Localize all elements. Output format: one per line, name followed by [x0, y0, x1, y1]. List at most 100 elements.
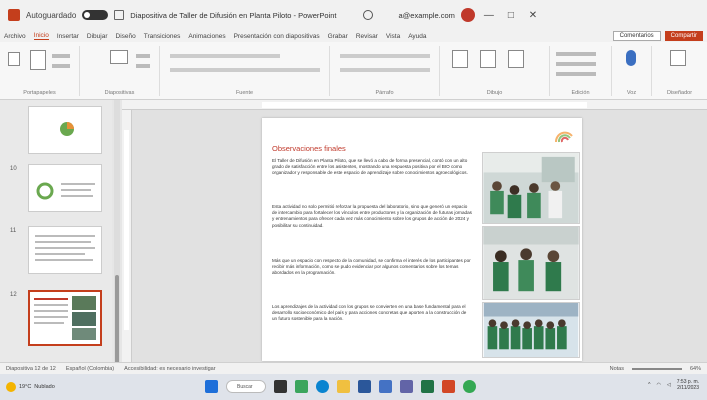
- tab-inicio[interactable]: Inicio: [33, 32, 49, 40]
- replace-button[interactable]: [556, 62, 596, 66]
- horizontal-ruler: [122, 100, 707, 110]
- slide-counter: Diapositiva 12 de 12: [6, 365, 56, 372]
- weather-temp: 19°C: [19, 384, 32, 390]
- quick-styles-icon[interactable]: [508, 50, 524, 68]
- search-icon[interactable]: [362, 10, 373, 20]
- slide-thumbnail-selected[interactable]: [28, 290, 102, 346]
- font-selector[interactable]: [170, 54, 280, 58]
- tab-insertar[interactable]: Insertar: [57, 33, 79, 40]
- volume-icon[interactable]: ◁: [667, 382, 671, 388]
- slide-thumbnail[interactable]: [28, 164, 102, 212]
- account-email[interactable]: a@example.com: [399, 11, 455, 20]
- arrange-icon[interactable]: [480, 50, 496, 68]
- slide-thumbnail[interactable]: [28, 106, 102, 154]
- document-title: Diapositiva de Taller de Difusión en Pla…: [130, 10, 337, 20]
- tab-archivo[interactable]: Archivo: [4, 33, 26, 40]
- group-label: Diapositivas: [104, 90, 135, 96]
- swirl-logo-icon: [554, 131, 573, 143]
- workshop-photo[interactable]: [482, 226, 580, 300]
- task-view-icon[interactable]: [274, 380, 287, 393]
- language-indicator[interactable]: Español (Colombia): [66, 366, 114, 372]
- accessibility-indicator[interactable]: Accesibilidad: es necesario investigar: [124, 366, 215, 372]
- new-slide-icon[interactable]: [110, 50, 128, 64]
- tab-presentacion[interactable]: Presentación con diapositivas: [234, 33, 320, 40]
- ribbon: Portapapeles Diapositivas Fuente Párrafo…: [0, 42, 707, 100]
- tab-vista[interactable]: Vista: [386, 33, 400, 40]
- thumbnail-chart-icon: [36, 182, 95, 200]
- slide-paragraph: Más que un espacio con respecto de la co…: [272, 258, 471, 276]
- autosave-label: Autoguardado: [26, 10, 77, 20]
- group-photo[interactable]: [482, 302, 580, 358]
- slide-paragraph: El Taller de Difusión en Planta Piloto, …: [272, 158, 468, 176]
- status-bar: Diapositiva 12 de 12 Español (Colombia) …: [0, 362, 707, 374]
- group-voz: Voz: [612, 46, 652, 96]
- thumbnail-slide-icon: [34, 296, 96, 340]
- tab-dibujar[interactable]: Dibujar: [87, 33, 108, 40]
- tab-transiciones[interactable]: Transiciones: [144, 33, 181, 40]
- chat-icon[interactable]: [295, 380, 308, 393]
- select-button[interactable]: [556, 72, 596, 76]
- designer-icon[interactable]: [670, 50, 686, 66]
- copy-icon[interactable]: [52, 64, 70, 68]
- weather-widget[interactable]: 19°C Nublado: [6, 382, 55, 392]
- group-label: Fuente: [235, 90, 254, 96]
- align-buttons[interactable]: [340, 68, 430, 72]
- slide-thumbnail[interactable]: [28, 226, 102, 274]
- zoom-slider[interactable]: [631, 367, 682, 370]
- clock-date[interactable]: 2/11/2023: [677, 385, 699, 391]
- autosave-toggle[interactable]: [82, 10, 109, 20]
- word-icon[interactable]: [358, 380, 371, 393]
- group-label: Párrafo: [375, 90, 394, 96]
- group-label: Portapapeles: [23, 90, 56, 96]
- group-fuente: Fuente: [160, 46, 330, 96]
- paste-icon[interactable]: [30, 50, 46, 70]
- find-button[interactable]: [556, 52, 596, 56]
- slide-number: 11: [10, 228, 17, 234]
- zoom-level[interactable]: 64%: [690, 366, 701, 372]
- taskbar: 19°C Nublado Buscar ^ ◠ ◁ 7:53 p. m. 2/1…: [0, 374, 707, 400]
- list-buttons[interactable]: [340, 54, 430, 58]
- notes-button[interactable]: Notas: [610, 366, 624, 372]
- font-format-buttons[interactable]: [170, 68, 320, 72]
- edge-icon[interactable]: [316, 380, 329, 393]
- tab-grabar[interactable]: Grabar: [328, 33, 348, 40]
- teams-icon[interactable]: [400, 380, 413, 393]
- chrome-icon[interactable]: [463, 380, 476, 393]
- shapes-icon[interactable]: [452, 50, 468, 68]
- workshop-photo[interactable]: [482, 152, 580, 224]
- undo-icon[interactable]: [8, 52, 20, 66]
- taskbar-search[interactable]: Buscar: [226, 380, 266, 393]
- microphone-icon[interactable]: [626, 50, 636, 66]
- thumbnail-scrollbar[interactable]: [114, 100, 120, 365]
- file-explorer-icon[interactable]: [337, 380, 350, 393]
- tab-diseno[interactable]: Diseño: [116, 33, 136, 40]
- slide-thumbnail-pane: 10 11 12: [0, 100, 112, 362]
- avatar[interactable]: [460, 8, 475, 22]
- powerpoint-logo-icon: [8, 9, 20, 21]
- tab-revisar[interactable]: Revisar: [356, 33, 378, 40]
- close-button[interactable]: ✕: [525, 10, 541, 21]
- wifi-icon[interactable]: ◠: [657, 382, 661, 388]
- cut-icon[interactable]: [52, 54, 70, 58]
- title-bar: Autoguardado Diapositiva de Taller de Di…: [0, 0, 707, 30]
- layout-icon[interactable]: [136, 54, 150, 58]
- slide[interactable]: Observaciones finales El Taller de Difus…: [262, 118, 582, 361]
- weather-desc: Nublado: [34, 384, 55, 390]
- minimize-button[interactable]: —: [481, 10, 497, 21]
- reset-icon[interactable]: [136, 64, 150, 68]
- comments-button[interactable]: Comentarios: [612, 31, 661, 41]
- chevron-up-icon[interactable]: ^: [648, 382, 650, 388]
- powerpoint-icon[interactable]: [442, 380, 455, 393]
- share-button[interactable]: Compartir: [664, 31, 703, 41]
- excel-icon[interactable]: [421, 380, 434, 393]
- start-icon[interactable]: [205, 380, 218, 393]
- slide-title: Observaciones finales: [272, 144, 346, 153]
- tab-ayuda[interactable]: Ayuda: [408, 33, 426, 40]
- scrollbar-thumb[interactable]: [115, 275, 119, 365]
- maximize-button[interactable]: □: [503, 10, 519, 21]
- store-icon[interactable]: [379, 380, 392, 393]
- slide-paragraph: Esta actividad no solo permitió reforzar…: [272, 204, 472, 228]
- tab-animaciones[interactable]: Animaciones: [188, 33, 225, 40]
- system-tray: ^ ◠ ◁ 7:53 p. m. 2/11/2023: [648, 379, 699, 391]
- save-icon[interactable]: [114, 10, 125, 20]
